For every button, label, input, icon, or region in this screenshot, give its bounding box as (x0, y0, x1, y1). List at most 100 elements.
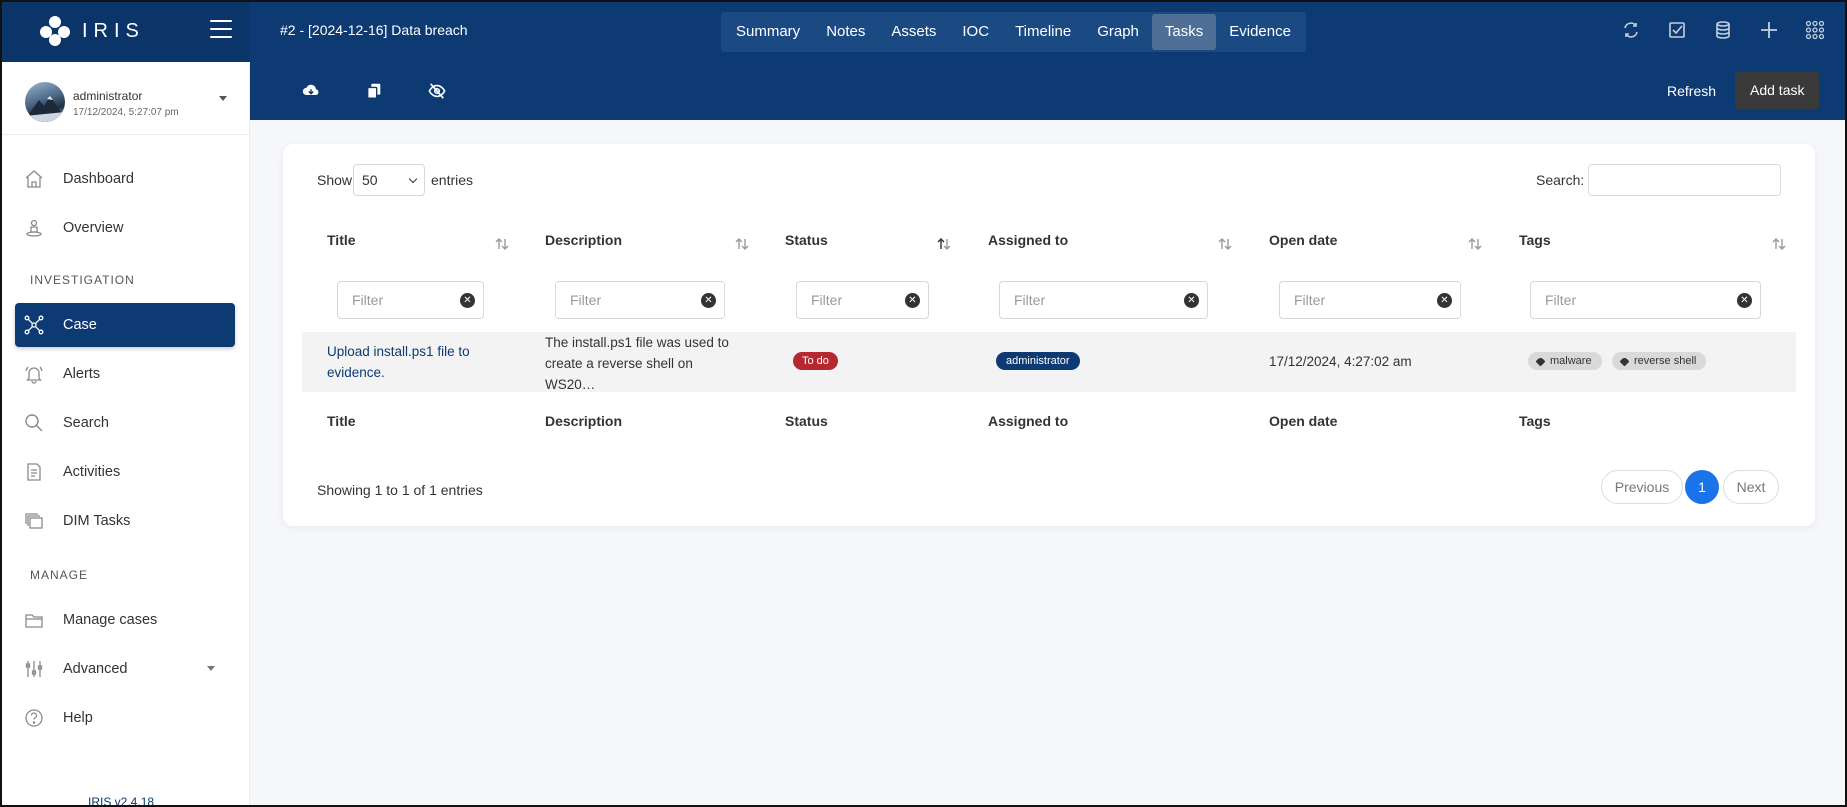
clear-filter-icon[interactable]: ✕ (1184, 293, 1199, 308)
logo-area: IRIS (0, 0, 250, 62)
user-name: administrator (73, 89, 143, 103)
apps-grid-icon[interactable] (1805, 20, 1825, 40)
entries-select[interactable]: 50 (353, 164, 425, 196)
clear-filter-icon[interactable]: ✕ (1437, 293, 1452, 308)
sidebar-item-label: Dashboard (63, 171, 134, 187)
clear-filter-icon[interactable]: ✕ (701, 293, 716, 308)
sort-icon[interactable] (1771, 236, 1787, 252)
case-nav-tabs: Summary Notes Assets IOC Timeline Graph … (721, 12, 1306, 52)
sync-icon[interactable] (1621, 20, 1641, 40)
column-header-title[interactable]: Title (327, 232, 356, 248)
network-icon (23, 314, 45, 336)
column-footer-open-date: Open date (1269, 413, 1338, 429)
status-badge: To do (793, 352, 838, 370)
section-manage: MANAGE (30, 568, 89, 582)
sidebar-item-manage-cases[interactable]: Manage cases (15, 598, 235, 642)
table-row[interactable]: Upload install.ps1 file to evidence. The… (302, 332, 1796, 392)
user-profile[interactable]: administrator 17/12/2024, 5:27:07 pm (25, 82, 235, 127)
task-description: The install.ps1 file was used to create … (545, 335, 729, 392)
tab-notes[interactable]: Notes (813, 14, 878, 50)
task-open-date: 17/12/2024, 4:27:02 am (1269, 354, 1412, 369)
iris-logo-icon (40, 16, 70, 46)
column-header-tags[interactable]: Tags (1519, 232, 1551, 248)
filter-status-input[interactable]: Filter ✕ (796, 281, 929, 319)
stack-icon (23, 510, 45, 532)
sidebar-item-alerts[interactable]: Alerts (15, 352, 235, 396)
eye-slash-icon[interactable] (428, 82, 446, 100)
sort-icon[interactable] (1217, 236, 1233, 252)
task-title-link[interactable]: Upload install.ps1 file to evidence. (327, 341, 470, 383)
sidebar-item-label: Activities (63, 464, 121, 480)
sidebar-item-help[interactable]: Help (15, 696, 235, 740)
filter-description-input[interactable]: Filter ✕ (555, 281, 725, 319)
user-datetime: 17/12/2024, 5:27:07 pm (73, 107, 179, 118)
home-icon (23, 168, 45, 190)
sidebar-item-search[interactable]: Search (15, 401, 235, 445)
sort-icon[interactable] (494, 236, 510, 252)
copy-icon[interactable] (365, 82, 383, 100)
sidebar-item-case[interactable]: Case (15, 303, 235, 347)
app-logo[interactable]: IRIS (40, 16, 145, 46)
column-footer-assigned-to: Assigned to (988, 413, 1069, 429)
column-header-status[interactable]: Status (785, 232, 828, 248)
sidebar: administrator 17/12/2024, 5:27:07 pm Das… (0, 62, 250, 807)
header-actions (1621, 20, 1825, 40)
search-icon (23, 412, 45, 434)
checkbox-icon[interactable] (1667, 20, 1687, 40)
sidebar-item-label: Alerts (63, 366, 101, 382)
filter-title-input[interactable]: Filter ✕ (337, 281, 484, 319)
sidebar-item-activities[interactable]: Activities (15, 450, 235, 494)
tab-graph[interactable]: Graph (1084, 14, 1152, 50)
bell-icon (23, 363, 45, 385)
clear-filter-icon[interactable]: ✕ (460, 293, 475, 308)
sidebar-item-overview[interactable]: Overview (15, 206, 235, 250)
tab-summary[interactable]: Summary (723, 14, 813, 50)
sidebar-item-dashboard[interactable]: Dashboard (15, 157, 235, 201)
cloud-download-icon[interactable] (302, 82, 320, 100)
column-header-open-date[interactable]: Open date (1269, 232, 1337, 248)
chevron-down-icon (207, 666, 215, 671)
clear-filter-icon[interactable]: ✕ (905, 293, 920, 308)
chevron-down-icon[interactable] (219, 96, 227, 101)
sort-icon[interactable] (734, 236, 750, 252)
sidebar-item-label: Case (63, 317, 97, 333)
app-version: IRIS v2.4.18 (88, 795, 155, 807)
sort-icon[interactable] (1467, 236, 1483, 252)
sidebar-item-label: Manage cases (63, 612, 158, 628)
search-input[interactable] (1588, 164, 1781, 196)
plus-icon[interactable] (1759, 20, 1779, 40)
sidebar-item-label: DIM Tasks (63, 513, 131, 529)
column-header-description[interactable]: Description (545, 232, 622, 248)
search-label: Search: (1536, 172, 1585, 188)
sidebar-item-advanced[interactable]: Advanced (15, 647, 235, 691)
previous-page-button[interactable]: Previous (1601, 470, 1683, 504)
sort-ascending-icon[interactable] (936, 236, 952, 252)
tab-ioc[interactable]: IOC (949, 14, 1002, 50)
menu-toggle-icon[interactable] (210, 20, 232, 38)
column-footer-tags: Tags (1519, 413, 1551, 429)
section-investigation: INVESTIGATION (30, 273, 135, 287)
avatar (25, 82, 65, 122)
question-icon (23, 707, 45, 729)
sliders-icon (23, 658, 45, 680)
filter-assigned-to-input[interactable]: Filter ✕ (999, 281, 1208, 319)
folder-icon (23, 609, 45, 631)
sidebar-item-label: Search (63, 415, 109, 431)
tasks-card: Show 50 entries Search: Title Descriptio… (283, 144, 1815, 526)
filter-tags-input[interactable]: Filter ✕ (1530, 281, 1761, 319)
database-icon[interactable] (1713, 20, 1733, 40)
top-header: IRIS #2 - [2024-12-16] Data breach Summa… (0, 0, 1847, 62)
refresh-button[interactable]: Refresh (1655, 72, 1728, 110)
tab-evidence[interactable]: Evidence (1216, 14, 1304, 50)
page-1-button[interactable]: 1 (1685, 470, 1719, 504)
tab-assets[interactable]: Assets (878, 14, 949, 50)
tab-tasks[interactable]: Tasks (1151, 14, 1217, 50)
next-page-button[interactable]: Next (1723, 470, 1779, 504)
column-header-assigned-to[interactable]: Assigned to (988, 232, 1068, 248)
sidebar-item-dim-tasks[interactable]: DIM Tasks (15, 499, 235, 543)
clear-filter-icon[interactable]: ✕ (1737, 293, 1752, 308)
tab-timeline[interactable]: Timeline (1002, 14, 1084, 50)
column-footer-title: Title (327, 413, 356, 429)
add-task-button[interactable]: Add task (1735, 72, 1820, 109)
filter-open-date-input[interactable]: Filter ✕ (1279, 281, 1461, 319)
